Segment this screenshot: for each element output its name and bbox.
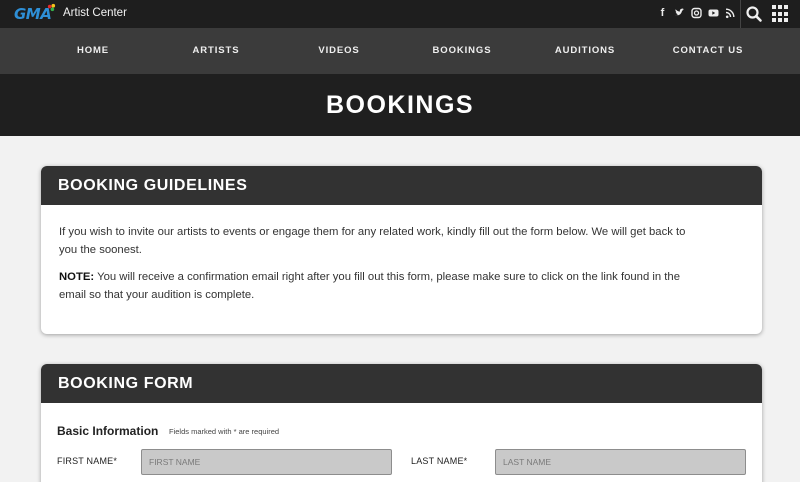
nav-auditions[interactable]: AUDITIONS [555,45,615,56]
form-header: BOOKING FORM [41,364,762,403]
guidelines-paragraph: If you wish to invite our artists to eve… [59,226,686,256]
search-icon[interactable] [745,5,763,23]
gma-logo[interactable]: GMA [14,3,56,23]
last-name-field[interactable] [495,449,746,475]
rss-icon[interactable] [725,6,736,20]
main-nav: HOME ARTISTS VIDEOS BOOKINGS AUDITIONS C… [0,28,800,74]
form-title: BOOKING FORM [58,375,194,392]
facebook-icon[interactable]: f [657,6,668,20]
instagram-icon[interactable] [691,6,702,20]
logo-text: GMA [14,5,52,23]
last-name-label: LAST NAME* [411,456,468,466]
first-name-label: FIRST NAME* [57,456,118,466]
page-title: BOOKINGS [325,91,475,119]
twitter-icon[interactable] [674,6,685,20]
guidelines-note: NOTE: You will receive a confirmation em… [59,268,704,304]
note-label: NOTE: [59,271,95,283]
nav-videos[interactable]: VIDEOS [318,45,359,56]
brand-name: Artist Center [63,7,127,19]
guidelines-header: BOOKING GUIDELINES [41,166,762,205]
nav-contact-us[interactable]: CONTACT US [673,45,744,56]
note-text: You will receive a confirmation email ri… [59,271,681,301]
booking-guidelines-card: BOOKING GUIDELINES If you wish to invite… [41,166,762,334]
guidelines-body: If you wish to invite our artists to eve… [41,205,762,304]
nav-home[interactable]: HOME [77,45,109,56]
social-links: f [657,6,736,20]
youtube-icon[interactable] [708,6,719,20]
topbar-divider [740,0,741,28]
nav-artists[interactable]: ARTISTS [193,45,240,56]
logo-spark-icon [47,3,56,12]
nav-bookings[interactable]: BOOKINGS [433,45,492,56]
section-title: Basic Information [57,424,159,438]
booking-form-card: BOOKING FORM Basic Information Fields ma… [41,364,762,482]
page-hero: BOOKINGS [0,74,800,136]
top-bar: GMA Artist Center f [0,0,800,28]
required-fields-note: Fields marked with * are required [169,427,280,436]
guidelines-title: BOOKING GUIDELINES [58,177,248,194]
first-name-field[interactable] [141,449,392,475]
apps-grid-icon[interactable] [772,5,790,23]
